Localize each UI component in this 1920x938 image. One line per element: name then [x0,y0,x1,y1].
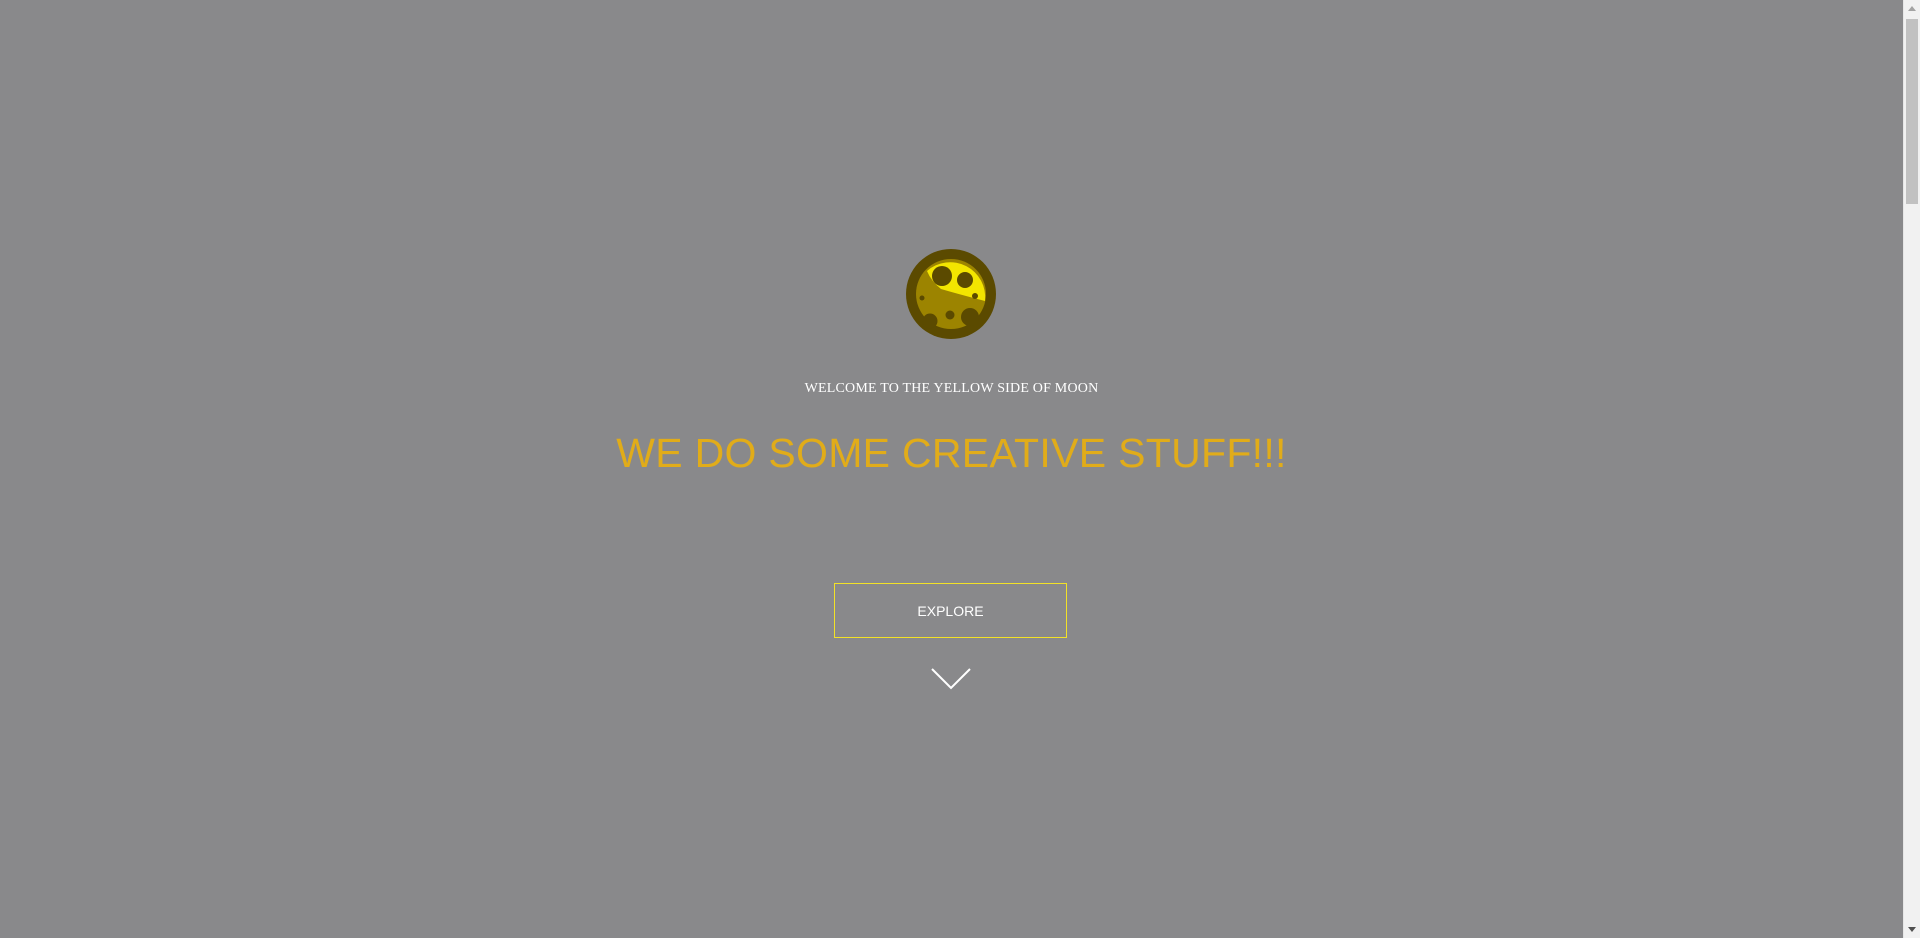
welcome-text: WELCOME TO THE YELLOW SIDE OF MOON [804,381,1099,396]
page: WELCOME TO THE YELLOW SIDE OF MOON WE DO… [0,0,1903,938]
moon-logo-icon [906,249,996,339]
explore-button[interactable]: EXPLORE [834,583,1067,638]
hero-section: WELCOME TO THE YELLOW SIDE OF MOON WE DO… [0,0,1903,938]
scrollbar-thumb[interactable] [1906,19,1918,204]
chevron-down-icon[interactable] [930,667,972,691]
explore-button-label: EXPLORE [917,602,984,619]
arrow-up-icon[interactable] [1904,0,1920,17]
headline: WE DO SOME CREATIVE STUFF!!! [616,430,1287,476]
arrow-down-icon[interactable] [1904,921,1920,938]
vertical-scrollbar[interactable] [1903,0,1920,938]
